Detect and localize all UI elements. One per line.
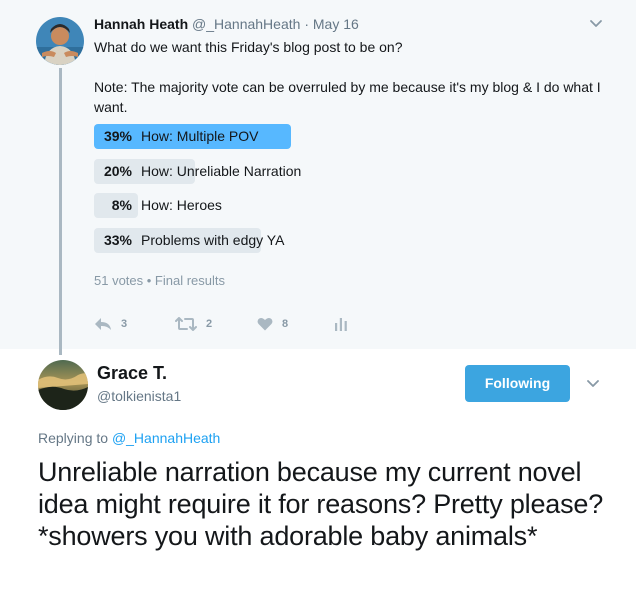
like-button[interactable]: 8 [257,317,288,331]
tweet-note: Note: The majority vote can be overruled… [94,79,601,115]
reply-button[interactable]: 3 [94,317,127,331]
parent-tweet-text: What do we want this Friday's blog post … [94,37,614,117]
reply-author-name[interactable]: Grace T. [97,362,167,384]
following-button[interactable]: Following [465,365,570,402]
hannah-avatar[interactable] [36,17,84,65]
poll-percent: 39% [103,128,132,144]
reply-icon [95,318,111,330]
replying-handle-link[interactable]: @_HannahHeath [112,430,220,446]
poll-label: How: Multiple POV [141,128,259,144]
grace-avatar[interactable] [38,360,88,410]
poll-option: 20% How: Unreliable Narration [94,159,614,184]
poll-option: 33% Problems with edgy YA [94,228,614,253]
retweet-button[interactable]: 2 [175,317,212,331]
analytics-button[interactable] [335,317,347,331]
poll-label: Problems with edgy YA [141,232,285,248]
parent-tweet[interactable]: Hannah Heath @_HannahHeath · May 16 What… [0,0,636,349]
retweet-icon [175,317,197,331]
poll-percent: 33% [103,232,132,248]
tweet-date[interactable]: May 16 [313,16,359,32]
analytics-icon [335,318,347,331]
author-name[interactable]: Hannah Heath [94,16,188,32]
chevron-down-icon[interactable] [586,376,600,390]
replying-to: Replying to @_HannahHeath [38,429,220,447]
heart-icon [257,318,273,331]
poll-option: 8% How: Heroes [94,193,614,218]
chevron-down-icon[interactable] [589,16,603,30]
reply-count: 3 [121,318,128,330]
poll-label: How: Heroes [141,197,222,213]
retweet-count: 2 [206,318,213,330]
header-separator: · [304,16,309,32]
poll-percent: 20% [103,163,132,179]
parent-tweet-header: Hannah Heath @_HannahHeath · May 16 [94,15,359,33]
poll-percent: 8% [111,197,132,213]
poll-label: How: Unreliable Narration [141,163,302,179]
author-handle[interactable]: @_HannahHeath [192,16,300,32]
tweet-question: What do we want this Friday's blog post … [94,39,403,55]
reply-author-handle[interactable]: @tolkienista1 [97,387,181,405]
replying-prefix: Replying to [38,430,109,446]
like-count: 8 [282,318,289,330]
poll-summary: 51 votes • Final results [94,273,225,288]
reply-tweet-text: Unreliable narration because my current … [38,457,604,551]
thread-connector [59,68,62,355]
poll-option: 39% How: Multiple POV [94,124,614,149]
